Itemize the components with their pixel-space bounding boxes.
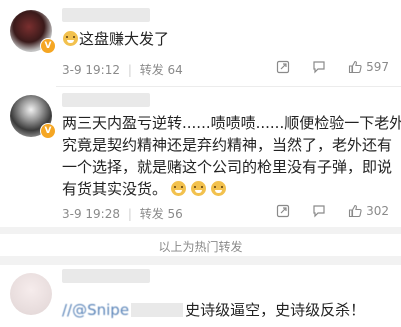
timestamp: 3-9 19:12 xyxy=(62,63,120,77)
section-band xyxy=(0,256,401,265)
username-blurred[interactable] xyxy=(62,269,150,283)
comment-meta: 3-9 19:12 | 转发 64 xyxy=(62,63,183,77)
share-icon[interactable] xyxy=(276,60,290,74)
comment-3: //@Snipe 史诗级逼空，史诗级反杀！ xyxy=(0,265,401,327)
repost-link[interactable]: 转发 64 xyxy=(140,63,183,77)
mention-link[interactable]: //@Snipe xyxy=(62,301,129,319)
doge-emoji-icon xyxy=(211,181,227,196)
comment-actions: 302 xyxy=(254,204,389,218)
comment-text: //@Snipe 史诗级逼空，史诗级反杀！ xyxy=(62,301,366,319)
mention-blurred xyxy=(131,303,184,317)
comment-text-line-1: 两三天内盈亏逆转......啧啧啧......顺便检验一下老外 xyxy=(62,114,401,132)
comment-text-line-3: 一个选择，就是赌这个公司的枪里没有子弹，即说 xyxy=(62,158,393,176)
comment-actions: 597 xyxy=(254,60,389,74)
comment-text: 这盘赚大发了 xyxy=(62,28,169,50)
avatar[interactable] xyxy=(10,273,52,315)
like-count: 302 xyxy=(366,204,389,218)
like-icon[interactable] xyxy=(348,204,362,218)
section-band xyxy=(0,227,401,234)
like-count: 597 xyxy=(366,60,389,74)
comment-2: V 两三天内盈亏逆转......啧啧啧......顺便检验一下老外 究竟是契约精… xyxy=(0,87,401,227)
comment-icon[interactable] xyxy=(312,204,326,218)
comment-1: V 这盘赚大发了 3-9 19:12 | 转发 64 597 xyxy=(0,0,401,86)
verified-badge-icon: V xyxy=(40,123,56,139)
doge-emoji-icon xyxy=(171,181,187,196)
share-icon[interactable] xyxy=(276,204,290,218)
comment-text-line-4: 有货其实没货。 xyxy=(62,178,227,200)
username-blurred[interactable] xyxy=(62,93,150,107)
repost-link[interactable]: 转发 56 xyxy=(140,207,183,221)
comment-text-line-2: 究竟是契约精神还是弃约精神，当然了，老外还有 xyxy=(62,136,393,154)
like-icon[interactable] xyxy=(348,60,362,74)
verified-badge-icon: V xyxy=(40,38,56,54)
username-blurred[interactable] xyxy=(62,8,150,22)
doge-emoji-icon xyxy=(63,31,78,46)
timestamp: 3-9 19:28 xyxy=(62,207,120,221)
comment-icon[interactable] xyxy=(312,60,326,74)
doge-emoji-icon xyxy=(191,181,207,196)
hot-repost-separator: 以上为热门转发 xyxy=(158,240,243,254)
comment-meta: 3-9 19:28 | 转发 56 xyxy=(62,207,183,221)
